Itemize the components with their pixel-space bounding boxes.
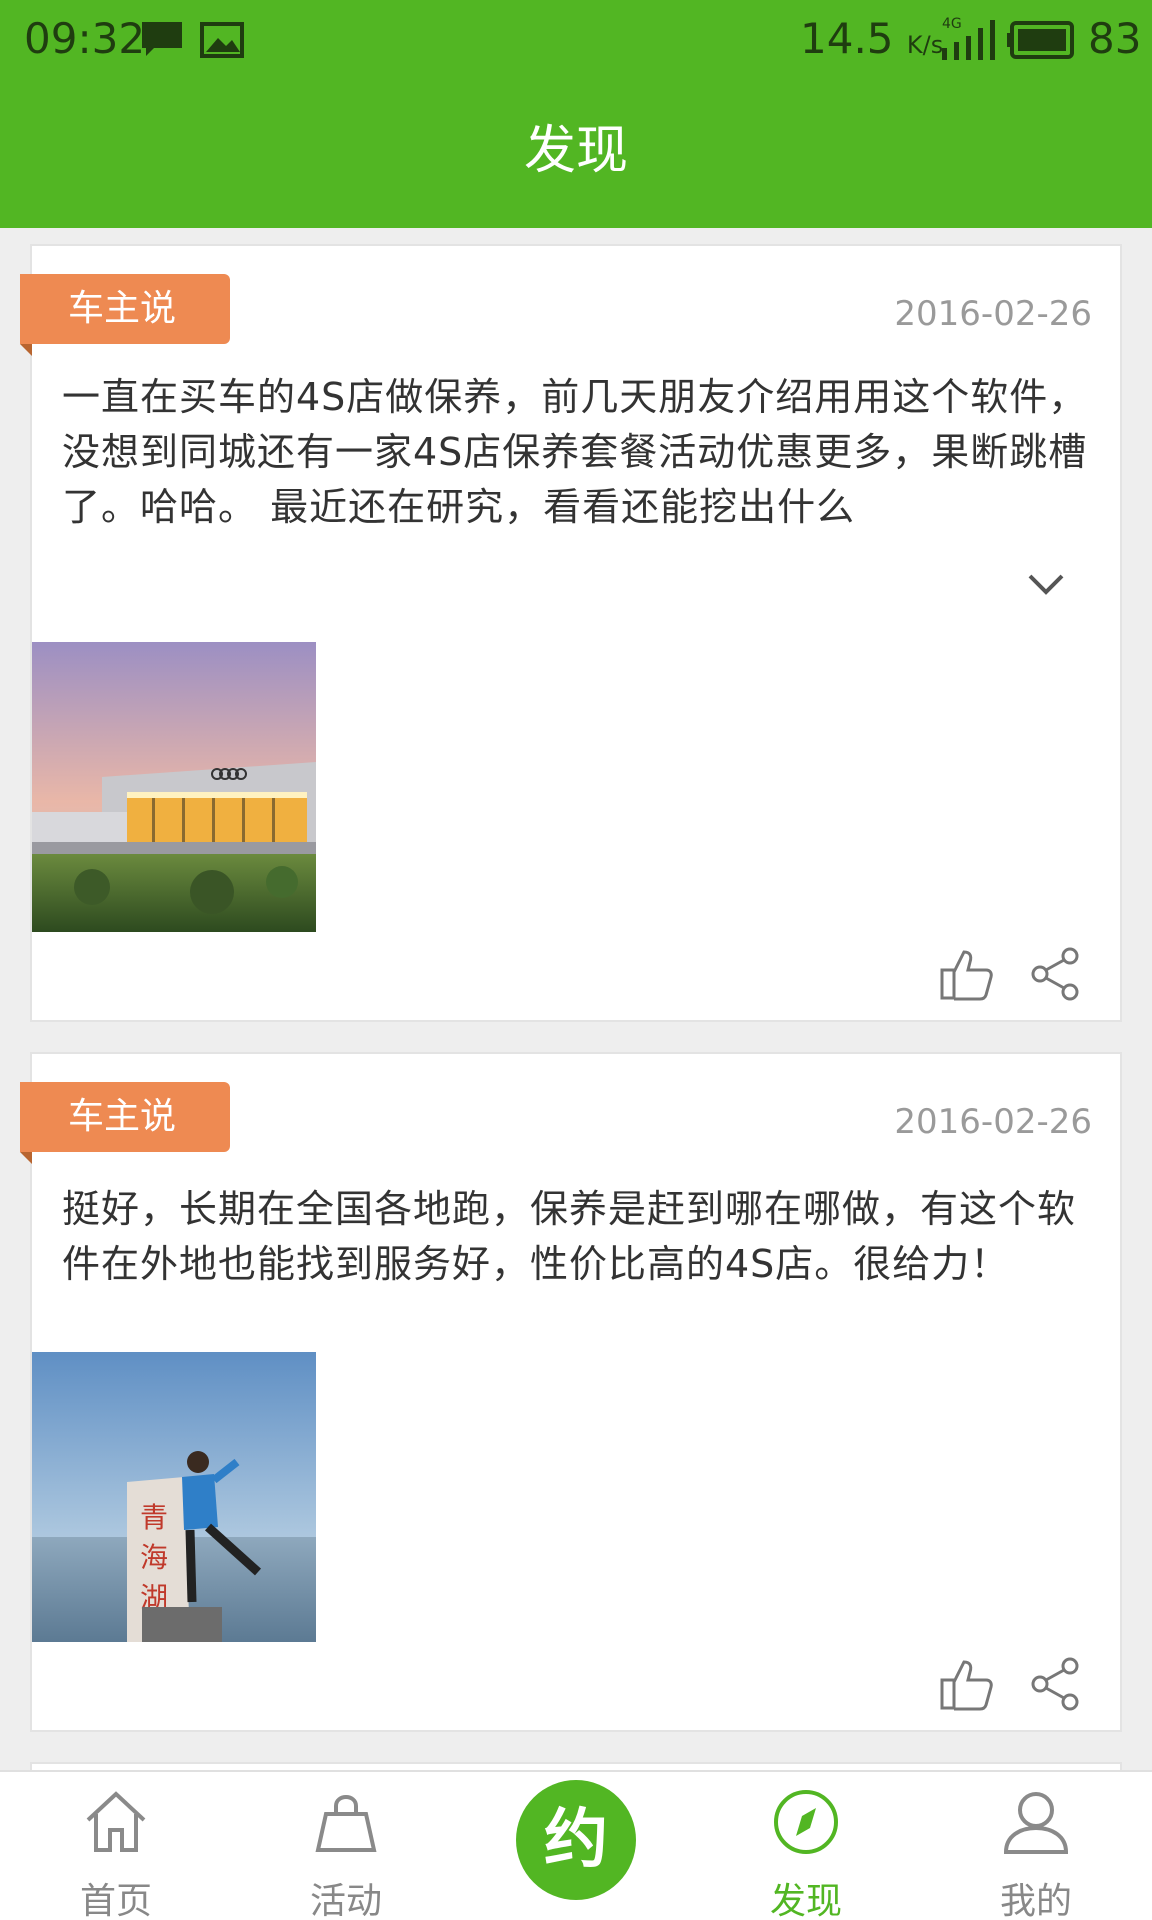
nav-activity-label: 活动 <box>309 1881 382 1920</box>
post-date: 2016-02-26 <box>894 294 1092 334</box>
share-icon[interactable] <box>1028 946 1084 1006</box>
home-icon <box>86 1791 146 1852</box>
post-card[interactable]: 车主说 2016-02-26 一直在买车的4S店做保养，前几天朋友介绍用用这个软… <box>20 244 1122 1022</box>
network-speed: 14.5 K/s <box>800 14 943 63</box>
nav-mine-label: 我的 <box>999 1881 1072 1920</box>
post-text: 挺好，长期在全国各地跑，保养是赶到哪在哪做，有这个软件在外地也能找到服务好，性价… <box>62 1187 1077 1286</box>
sign-char-1: 青 <box>140 1501 168 1534</box>
post-card[interactable]: 车主说 2016-02-26 挺好，长期在全国各地跑，保养是赶到哪在哪做，有这个… <box>20 1052 1122 1732</box>
network-type-label: 4G <box>942 16 962 32</box>
tag-fold-decoration <box>20 344 32 356</box>
nav-home-label: 首页 <box>79 1881 152 1920</box>
post-category-tag: 车主说 <box>20 274 230 344</box>
post-photo-dealership[interactable] <box>32 642 316 932</box>
post-text: 一直在买车的4S店做保养，前几天朋友介绍用用这个软件，没想到同城还有一家4S店保… <box>62 375 1088 529</box>
battery-level: 83 <box>1088 14 1142 63</box>
status-time: 09:32 <box>24 14 146 63</box>
post-category-tag: 车主说 <box>20 1082 230 1152</box>
user-icon <box>1003 1792 1069 1854</box>
shopping-bag-icon <box>315 1795 377 1852</box>
speed-value: 14.5 <box>800 14 894 63</box>
nav-activity[interactable]: 活动 <box>266 1772 426 1920</box>
battery-icon <box>1006 20 1076 70</box>
page-title: 发现 <box>523 121 628 181</box>
nav-discover[interactable]: 发现 <box>726 1772 886 1920</box>
nav-discover-label: 发现 <box>769 1881 842 1920</box>
speed-unit: K/s <box>906 31 944 59</box>
bottom-nav: 首页 活动 约 发现 我的 <box>0 1770 1152 1920</box>
image-notification-icon <box>200 20 244 70</box>
post-photo-qinghai-lake[interactable]: 青 海 湖 <box>32 1352 316 1642</box>
share-icon[interactable] <box>1028 1656 1084 1716</box>
like-icon[interactable] <box>938 1656 998 1716</box>
post-date: 2016-02-26 <box>894 1102 1092 1142</box>
status-bar: 09:32 14.5 K/s 4G 83 <box>0 0 1152 78</box>
compass-icon <box>774 1790 838 1854</box>
nav-appointment-button[interactable]: 约 <box>516 1780 636 1900</box>
nav-mine[interactable]: 我的 <box>956 1772 1116 1920</box>
like-icon[interactable] <box>938 946 998 1006</box>
chevron-down-icon[interactable] <box>1026 572 1066 600</box>
app-header: 09:32 14.5 K/s 4G 83 发现 <box>0 0 1152 228</box>
nav-home[interactable]: 首页 <box>36 1772 196 1920</box>
message-notification-icon <box>140 20 184 70</box>
tag-fold-decoration <box>20 1152 32 1164</box>
sign-char-2: 海 <box>140 1541 168 1574</box>
signal-icon: 4G <box>940 14 996 74</box>
